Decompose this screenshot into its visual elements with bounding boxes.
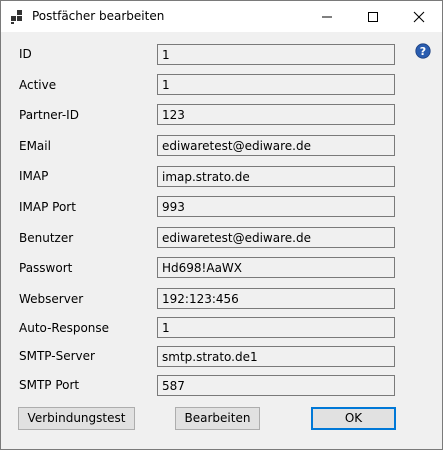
label-active: Active [19, 78, 57, 92]
benutzer-field[interactable] [157, 227, 395, 248]
active-field[interactable] [157, 74, 395, 95]
auto-response-field[interactable] [157, 317, 395, 338]
passwort-field[interactable] [157, 257, 395, 278]
app-windows-icon [11, 10, 22, 24]
id-field[interactable] [157, 44, 395, 65]
maximize-icon [368, 12, 378, 22]
partner-id-field[interactable] [157, 104, 395, 125]
smtp-port-field[interactable] [157, 375, 395, 396]
label-smtp-port: SMTP Port [19, 378, 80, 392]
label-imap: IMAP [19, 169, 49, 183]
webserver-field[interactable] [157, 288, 395, 309]
connection-test-button[interactable]: Verbindungstest [18, 407, 135, 430]
label-smtp-server: SMTP-Server [19, 349, 95, 363]
window-title: Postfächer bearbeiten [32, 9, 165, 23]
minimize-icon [322, 16, 332, 18]
label-auto-response: Auto-Response [19, 321, 110, 335]
email-field[interactable] [157, 135, 395, 156]
close-icon [413, 11, 425, 23]
smtp-server-field[interactable] [157, 346, 395, 367]
edit-button[interactable]: Bearbeiten [175, 407, 260, 430]
label-id: ID [19, 47, 32, 61]
dialog-window: Postfächer bearbeiten ? ID Active Partne… [0, 0, 443, 450]
minimize-button[interactable] [304, 1, 350, 32]
svg-text:?: ? [420, 45, 426, 58]
label-imap-port: IMAP Port [19, 200, 76, 214]
label-passwort: Passwort [19, 261, 73, 275]
maximize-button[interactable] [350, 1, 396, 32]
help-icon[interactable]: ? [415, 43, 431, 59]
label-webserver: Webserver [19, 292, 84, 306]
label-email: EMail [19, 139, 51, 153]
label-benutzer: Benutzer [19, 231, 74, 245]
label-partner-id: Partner-ID [19, 108, 79, 122]
ok-button[interactable]: OK [311, 407, 396, 430]
close-button[interactable] [396, 1, 442, 32]
imap-field[interactable] [157, 166, 395, 187]
imap-port-field[interactable] [157, 196, 395, 217]
title-bar[interactable]: Postfächer bearbeiten [1, 1, 442, 32]
